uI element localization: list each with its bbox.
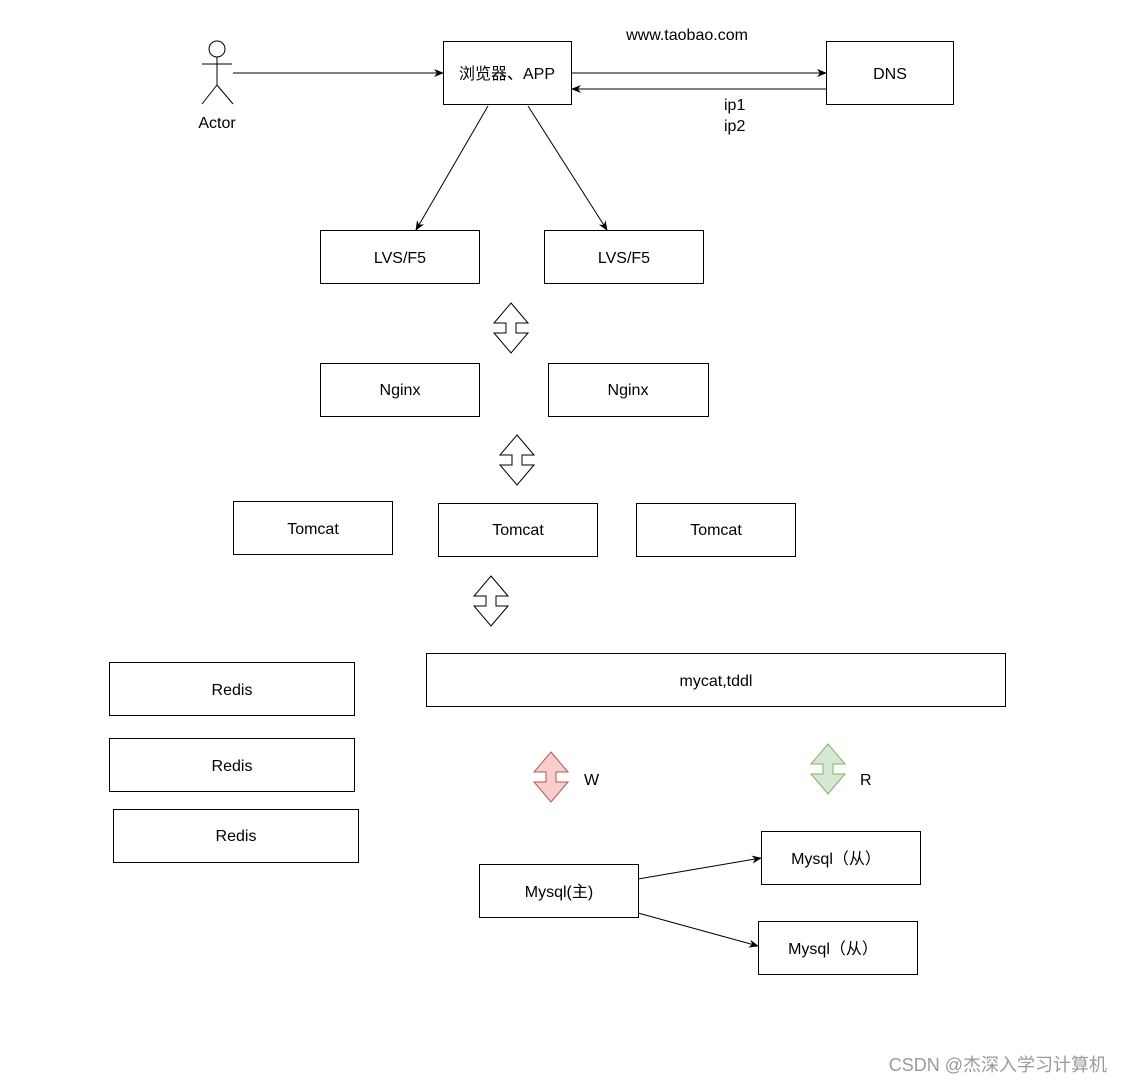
nginx-node-1[interactable]: Nginx: [320, 363, 480, 417]
mysql-slave-node-1[interactable]: Mysql（从）: [761, 831, 921, 885]
svg-text:mycat,tddl: mycat,tddl: [680, 673, 753, 690]
svg-text:LVS/F5: LVS/F5: [598, 250, 650, 267]
ip2-label: ip2: [724, 118, 745, 135]
tomcat-node-1[interactable]: Tomcat: [233, 501, 393, 555]
edge-master-slave2: [637, 912, 759, 948]
svg-text:Redis: Redis: [216, 828, 257, 845]
redis-node-1[interactable]: Redis: [109, 662, 355, 716]
browser-node[interactable]: 浏览器、APP: [443, 41, 572, 105]
svg-text:Tomcat: Tomcat: [492, 522, 544, 539]
actor-icon: [201, 40, 234, 105]
dns-query-label: www.taobao.com: [625, 27, 748, 44]
redis-node-2[interactable]: Redis: [109, 738, 355, 792]
ip1-label: ip1: [724, 97, 745, 114]
svg-text:Tomcat: Tomcat: [287, 521, 339, 538]
svg-text:Tomcat: Tomcat: [690, 522, 742, 539]
edge-master-slave1: [637, 855, 762, 880]
read-arrow-icon: [809, 743, 847, 795]
svg-text:Mysql（从）: Mysql（从）: [788, 940, 878, 958]
mysql-slave-node-2[interactable]: Mysql（从）: [758, 921, 918, 975]
write-arrow-icon: [532, 751, 570, 803]
watermark: CSDN @杰深入学习计算机: [889, 1055, 1107, 1075]
edge-browser-lvs1: [415, 105, 489, 231]
nginx-node-2[interactable]: Nginx: [548, 363, 709, 417]
write-label: W: [584, 772, 600, 789]
lvs-node-2[interactable]: LVS/F5: [544, 230, 704, 284]
svg-text:LVS/F5: LVS/F5: [374, 250, 426, 267]
edge-browser-lvs2: [527, 105, 608, 231]
tomcat-node-3[interactable]: Tomcat: [636, 503, 796, 557]
svg-text:Mysql（从）: Mysql（从）: [791, 850, 881, 868]
tomcat-mycat-arrow-icon: [472, 575, 510, 627]
svg-text:DNS: DNS: [873, 66, 907, 83]
mycat-node[interactable]: mycat,tddl: [426, 653, 1006, 707]
tomcat-node-2[interactable]: Tomcat: [438, 503, 598, 557]
architecture-diagram: Actor www.taobao.com ip1 ip2 浏览器、APP DNS…: [109, 27, 1107, 1075]
actor-label: Actor: [198, 115, 236, 132]
dns-node[interactable]: DNS: [826, 41, 954, 105]
svg-text:Nginx: Nginx: [380, 382, 421, 399]
svg-text:Redis: Redis: [212, 682, 253, 699]
svg-text:浏览器、APP: 浏览器、APP: [459, 65, 555, 83]
svg-text:Redis: Redis: [212, 758, 253, 775]
lvs-nginx-arrow-icon: [492, 302, 530, 354]
mysql-master-node[interactable]: Mysql(主): [479, 864, 639, 918]
lvs-node-1[interactable]: LVS/F5: [320, 230, 480, 284]
svg-text:Nginx: Nginx: [608, 382, 649, 399]
read-label: R: [860, 772, 872, 789]
svg-text:Mysql(主): Mysql(主): [525, 883, 593, 901]
redis-node-3[interactable]: Redis: [113, 809, 359, 863]
nginx-tomcat-arrow-icon: [498, 434, 536, 486]
